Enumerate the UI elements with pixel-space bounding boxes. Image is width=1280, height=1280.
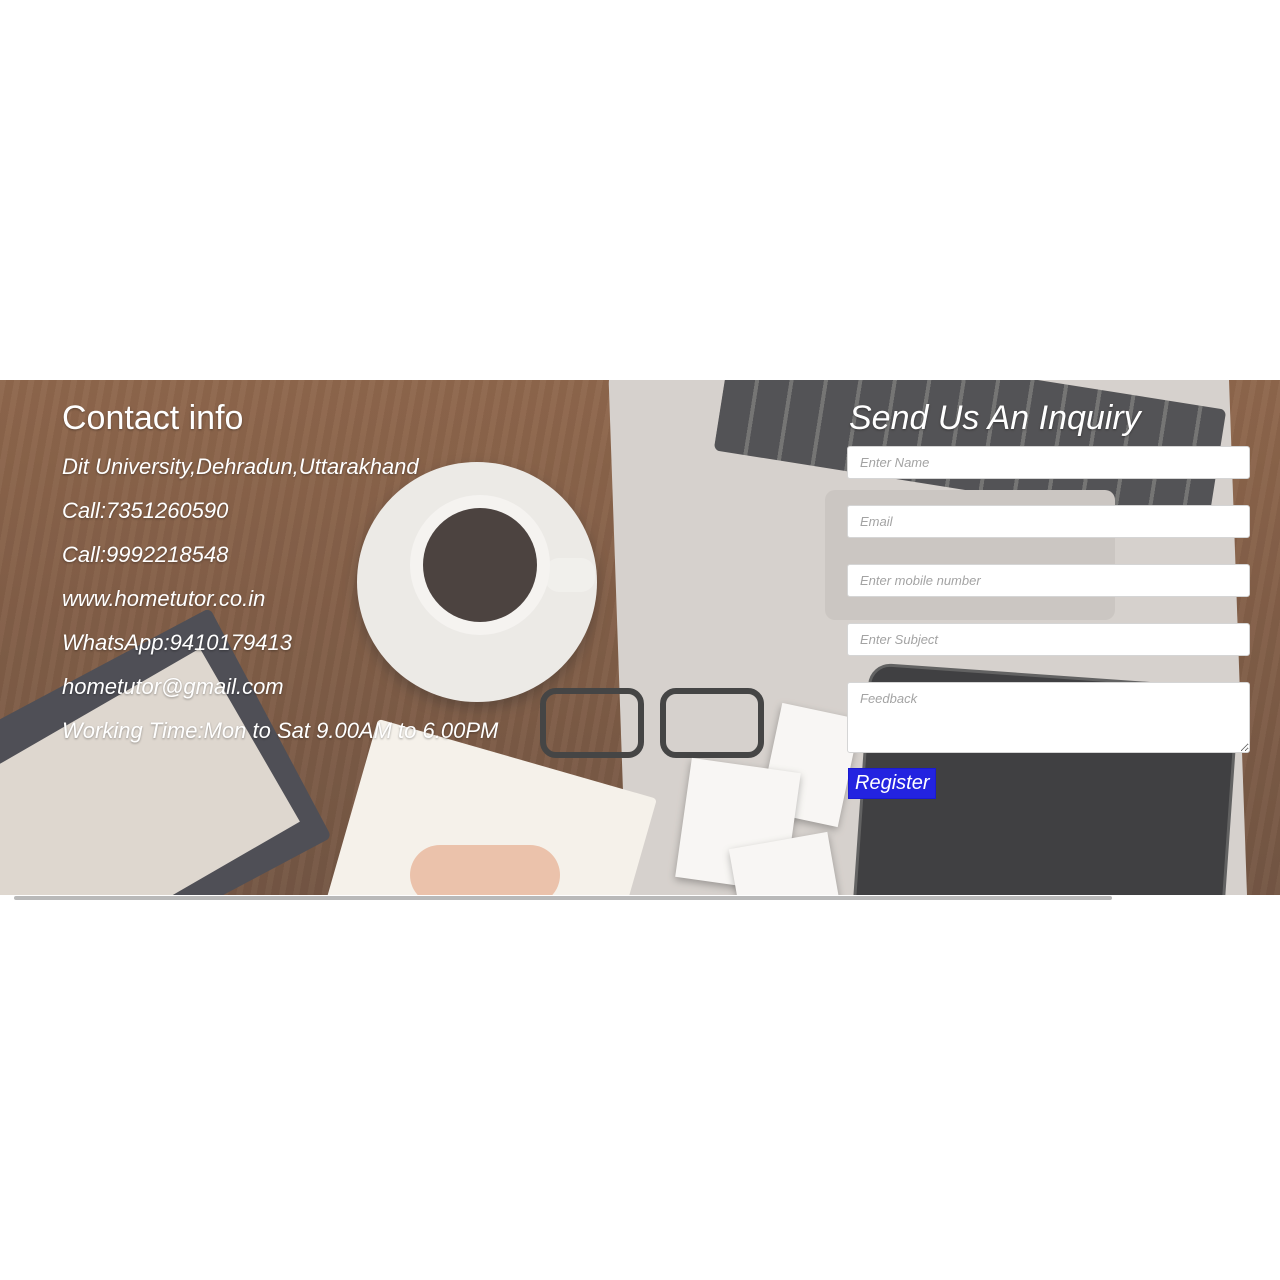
contact-address: Dit University,Dehradun,Uttarakhand [62, 454, 419, 479]
contact-info-section: Contact info Dit University,Dehradun,Utt… [62, 398, 498, 753]
contact-info-title: Contact info [62, 399, 244, 437]
subject-input[interactable] [847, 623, 1250, 656]
contact-website: www.hometutor.co.in [62, 586, 266, 611]
horizontal-scrollbar[interactable] [14, 896, 1112, 900]
inquiry-form: Send Us An Inquiry Register [847, 398, 1250, 799]
feedback-textarea[interactable] [847, 682, 1250, 753]
register-button[interactable]: Register [848, 768, 937, 799]
contact-phone-2: Call:9992218548 [62, 542, 229, 567]
email-input[interactable] [847, 505, 1250, 538]
name-input[interactable] [847, 446, 1250, 479]
contact-working-time: Working Time:Mon to Sat 9.00AM to 6.00PM [62, 718, 499, 743]
mobile-input[interactable] [847, 564, 1250, 597]
inquiry-title: Send Us An Inquiry [849, 399, 1141, 437]
contact-phone-1: Call:7351260590 [62, 498, 229, 523]
contact-email: hometutor@gmail.com [62, 674, 284, 699]
contact-whatsapp: WhatsApp:9410179413 [62, 630, 292, 655]
